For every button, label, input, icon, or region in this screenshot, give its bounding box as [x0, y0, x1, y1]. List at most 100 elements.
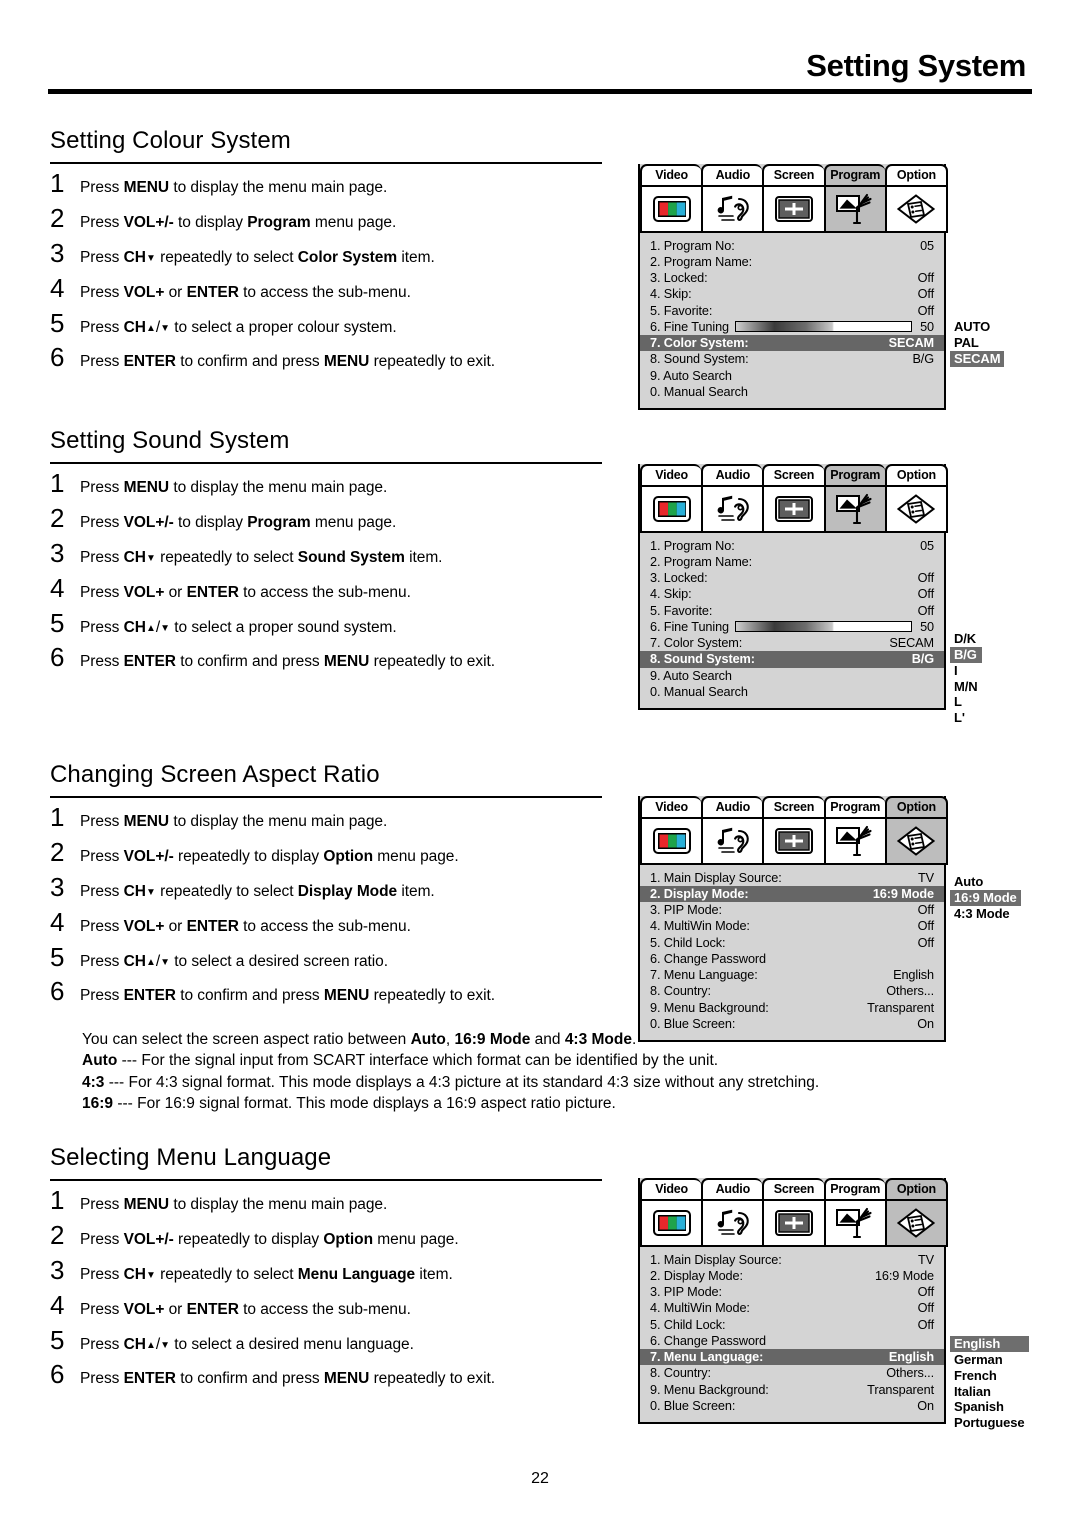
osd-row[interactable]: 2. Program Name: — [648, 254, 936, 270]
osd-row[interactable]: 6. Fine Tuning 50 — [648, 319, 936, 335]
osd-row[interactable]: 4. Skip: Off — [648, 586, 936, 602]
submenu-option[interactable]: D/K — [950, 631, 982, 647]
osd-icon-cell-screen[interactable] — [764, 186, 826, 231]
osd-row-selected[interactable]: 7. Color System: SECAM — [640, 335, 944, 352]
osd-row[interactable]: 0. Blue Screen: On — [648, 1016, 936, 1032]
osd-icon-cell-video[interactable] — [642, 486, 704, 531]
osd-row[interactable]: 3. Locked: Off — [648, 270, 936, 286]
osd-row[interactable]: 2. Display Mode: 16:9 Mode — [648, 1268, 936, 1284]
osd-icon-cell-audio[interactable] — [703, 1200, 765, 1245]
osd-icon-cell-option[interactable] — [886, 818, 947, 863]
osd-row[interactable]: 9. Menu Background: Transparent — [648, 1382, 936, 1398]
submenu-option-selected[interactable]: SECAM — [950, 350, 1005, 367]
osd-row[interactable]: 5. Favorite: Off — [648, 603, 936, 619]
osd-icon-cell-screen[interactable] — [764, 818, 826, 863]
osd-icon-cell-audio[interactable] — [703, 486, 765, 531]
osd-row[interactable]: 9. Auto Search — [648, 668, 936, 684]
osd-row[interactable]: 3. Locked: Off — [648, 570, 936, 586]
submenu-option[interactable]: German — [950, 1352, 1029, 1368]
osd-row[interactable]: 6. Fine Tuning 50 — [648, 619, 936, 635]
osd-submenu-options[interactable]: AUTO PAL SECAM — [950, 319, 1005, 367]
submenu-option-selected[interactable]: English — [950, 1336, 1029, 1352]
osd-row[interactable]: 1. Program No: 05 — [648, 238, 936, 254]
osd-row-selected[interactable]: 8. Sound System: B/G — [640, 651, 944, 668]
submenu-option-selected[interactable]: B/G — [950, 646, 982, 663]
osd-icon-cell-program[interactable] — [825, 486, 887, 531]
osd-row[interactable]: 2. Program Name: — [648, 554, 936, 570]
osd-panel[interactable]: Video Audio Screen Program Option — [638, 164, 949, 410]
submenu-option[interactable]: French — [950, 1368, 1029, 1384]
osd-option-menu-language[interactable]: Video Audio Screen Program Option 1. Mai… — [638, 1178, 1029, 1430]
submenu-option[interactable]: Spanish — [950, 1399, 1029, 1415]
osd-row[interactable]: 7. Menu Language: English — [648, 967, 936, 983]
osd-row[interactable]: 1. Main Display Source: TV — [648, 870, 936, 886]
osd-icon-cell-video[interactable] — [642, 186, 704, 231]
osd-row[interactable]: 4. MultiWin Mode: Off — [648, 1300, 936, 1316]
osd-row[interactable]: 7. Color System: SECAM — [648, 635, 936, 651]
osd-row-selected[interactable]: 2. Display Mode: 16:9 Mode — [640, 885, 944, 902]
osd-tab-screen[interactable]: Screen — [762, 164, 824, 187]
osd-row[interactable]: 3. PIP Mode: Off — [648, 902, 936, 918]
submenu-option[interactable]: Portuguese — [950, 1415, 1029, 1431]
osd-panel[interactable]: Video Audio Screen Program Option — [638, 796, 949, 1042]
osd-row[interactable]: 5. Child Lock: Off — [648, 935, 936, 951]
osd-submenu-options[interactable]: Auto 16:9 Mode 4:3 Mode — [950, 874, 1021, 922]
osd-tab-video[interactable]: Video — [640, 464, 702, 487]
osd-tab-screen[interactable]: Screen — [762, 464, 824, 487]
osd-icon-cell-option[interactable] — [886, 1200, 947, 1245]
osd-row-selected[interactable]: 7. Menu Language: English — [640, 1349, 944, 1366]
osd-tab-audio[interactable]: Audio — [701, 796, 763, 819]
osd-tab-option[interactable]: Option — [884, 464, 949, 487]
osd-row[interactable]: 1. Program No: 05 — [648, 538, 936, 554]
osd-icon-cell-video[interactable] — [642, 1200, 704, 1245]
fine-tuning-slider[interactable] — [735, 321, 913, 333]
submenu-option[interactable]: L — [950, 694, 982, 710]
osd-tab-program[interactable]: Program — [823, 1178, 885, 1201]
osd-icon-cell-audio[interactable] — [703, 818, 765, 863]
osd-panel[interactable]: Video Audio Screen Program Option — [638, 464, 949, 710]
osd-row[interactable]: 6. Change Password — [648, 951, 936, 967]
osd-row[interactable]: 4. Skip: Off — [648, 286, 936, 302]
osd-row[interactable]: 1. Main Display Source: TV — [648, 1252, 936, 1268]
osd-tab-program[interactable]: Program — [823, 796, 885, 819]
osd-tab-program[interactable]: Program — [823, 164, 885, 187]
osd-panel[interactable]: Video Audio Screen Program Option — [638, 1178, 949, 1424]
submenu-option[interactable]: L' — [950, 710, 982, 726]
osd-tab-video[interactable]: Video — [640, 1178, 702, 1201]
osd-submenu-options[interactable]: D/K B/G I M/N L L' — [950, 631, 982, 726]
osd-icon-cell-screen[interactable] — [764, 1200, 826, 1245]
osd-icon-cell-option[interactable] — [886, 186, 947, 231]
osd-row[interactable]: 8. Country: Others... — [648, 1365, 936, 1381]
submenu-option[interactable]: 4:3 Mode — [950, 906, 1021, 922]
osd-tab-screen[interactable]: Screen — [762, 1178, 824, 1201]
submenu-option[interactable]: AUTO — [950, 319, 1004, 335]
osd-row[interactable]: 8. Country: Others... — [648, 983, 936, 999]
osd-icon-cell-audio[interactable] — [703, 186, 765, 231]
submenu-option[interactable]: M/N — [950, 679, 982, 695]
osd-row[interactable]: 4. MultiWin Mode: Off — [648, 918, 936, 934]
osd-option-display-mode[interactable]: Video Audio Screen Program Option 1. Mai… — [638, 796, 1021, 1042]
submenu-option[interactable]: PAL — [950, 335, 1004, 351]
osd-tab-audio[interactable]: Audio — [701, 164, 763, 187]
osd-row[interactable]: 0. Blue Screen: On — [648, 1398, 936, 1414]
osd-row[interactable]: 5. Favorite: Off — [648, 303, 936, 319]
osd-icon-cell-option[interactable] — [886, 486, 947, 531]
osd-submenu-options[interactable]: English German French Italian Spanish Portugu… — [950, 1336, 1029, 1431]
osd-program-sound-system[interactable]: Video Audio Screen Program Option 1. Pro… — [638, 464, 982, 725]
submenu-option[interactable]: Italian — [950, 1384, 1029, 1400]
osd-tab-option[interactable]: Option — [884, 164, 949, 187]
osd-row[interactable]: 9. Menu Background: Transparent — [648, 1000, 936, 1016]
osd-tab-audio[interactable]: Audio — [701, 464, 763, 487]
osd-icon-cell-video[interactable] — [642, 818, 704, 863]
submenu-option-selected[interactable]: 16:9 Mode — [950, 889, 1021, 906]
osd-tab-program[interactable]: Program — [823, 464, 885, 487]
osd-icon-cell-program[interactable] — [825, 1200, 887, 1245]
osd-row[interactable]: 9. Auto Search — [648, 368, 936, 384]
osd-icon-cell-program[interactable] — [825, 186, 887, 231]
osd-program-color-system[interactable]: Video Audio Screen Program Option 1. Pro… — [638, 164, 1005, 410]
osd-tab-audio[interactable]: Audio — [701, 1178, 763, 1201]
fine-tuning-slider[interactable] — [735, 621, 913, 633]
osd-row[interactable]: 3. PIP Mode: Off — [648, 1284, 936, 1300]
osd-tab-screen[interactable]: Screen — [762, 796, 824, 819]
submenu-option[interactable]: I — [950, 663, 982, 679]
